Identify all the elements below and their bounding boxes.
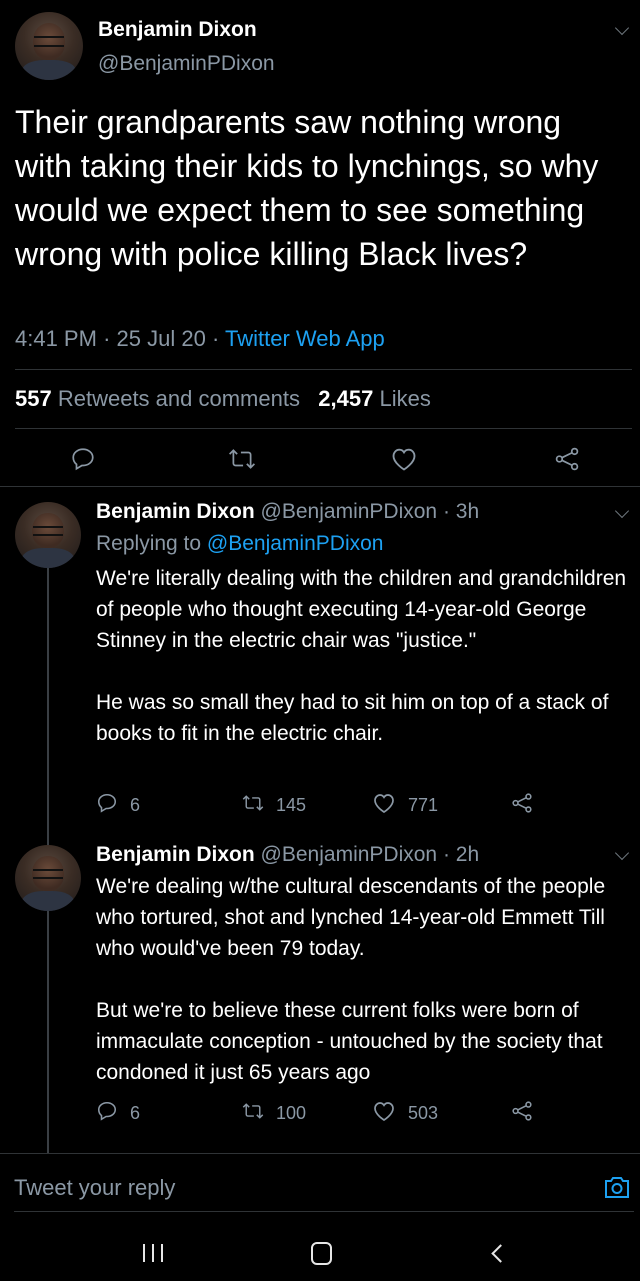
- retweets-stat[interactable]: 557 Retweets and comments: [15, 386, 300, 411]
- author-name[interactable]: Benjamin Dixon: [96, 500, 255, 523]
- reply-header: Benjamin Dixon @BenjaminPDixon · 3h: [96, 500, 479, 524]
- divider: [15, 428, 632, 429]
- tweet-meta: 4:41 PM · 25 Jul 20 · Twitter Web App: [15, 326, 385, 352]
- reply-text: We're literally dealing with the childre…: [96, 567, 627, 745]
- chevron-down-icon[interactable]: [614, 503, 630, 519]
- meta-separator: ·: [442, 843, 450, 866]
- author-handle[interactable]: @BenjaminPDixon: [98, 52, 275, 76]
- back-button[interactable]: [488, 1242, 510, 1264]
- share-button[interactable]: [511, 1100, 533, 1127]
- share-button[interactable]: [554, 446, 580, 472]
- home-button[interactable]: [311, 1242, 332, 1265]
- chevron-down-icon[interactable]: [614, 845, 630, 861]
- share-button[interactable]: [511, 792, 533, 819]
- retweet-icon: [242, 792, 264, 819]
- replying-label: Replying to: [96, 532, 202, 555]
- divider: [14, 1211, 634, 1212]
- avatar[interactable]: [15, 845, 81, 911]
- tweet-source-link[interactable]: Twitter Web App: [225, 326, 385, 351]
- reply-count: 6: [130, 795, 141, 815]
- author-name[interactable]: Benjamin Dixon: [96, 843, 255, 866]
- divider: [0, 486, 640, 487]
- reply-count: 6: [130, 1103, 141, 1123]
- divider: [0, 1153, 640, 1154]
- retweet-count: 100: [276, 1103, 307, 1123]
- reply-button[interactable]: [70, 446, 96, 472]
- author-name[interactable]: Benjamin Dixon: [98, 18, 257, 42]
- reply-icon: [96, 792, 118, 819]
- meta-separator: ·: [103, 326, 111, 351]
- retweets-label: Retweets and comments: [57, 386, 300, 411]
- reply-icon: [70, 446, 96, 472]
- author-handle[interactable]: @BenjaminPDixon: [261, 843, 438, 866]
- retweet-button[interactable]: [228, 446, 256, 472]
- back-icon: [491, 1244, 510, 1263]
- author-handle[interactable]: @BenjaminPDixon: [261, 500, 438, 523]
- retweet-count: 145: [276, 795, 307, 815]
- divider: [15, 369, 632, 370]
- reply-button[interactable]: 6: [96, 792, 140, 819]
- home-icon: [311, 1242, 332, 1265]
- likes-label: Likes: [379, 386, 431, 411]
- share-icon: [511, 792, 533, 819]
- like-button[interactable]: 771: [372, 792, 438, 819]
- tweet-text: Their grandparents saw nothing wrong wit…: [15, 104, 599, 272]
- reply-age: 2h: [455, 843, 480, 866]
- retweet-button[interactable]: 145: [242, 792, 306, 819]
- heart-icon: [372, 1100, 396, 1127]
- share-icon: [511, 1100, 533, 1127]
- avatar[interactable]: [15, 12, 83, 80]
- like-button[interactable]: 503: [372, 1100, 438, 1127]
- meta-separator: ·: [211, 326, 220, 351]
- avatar[interactable]: [15, 502, 81, 568]
- tweet-date: 25 Jul 20: [116, 326, 206, 351]
- recent-apps-button[interactable]: [143, 1244, 163, 1262]
- retweets-count: 557: [15, 386, 52, 411]
- like-count: 771: [408, 795, 439, 815]
- share-icon: [554, 446, 580, 472]
- tweet-time: 4:41 PM: [15, 326, 97, 351]
- replying-handle-link[interactable]: @BenjaminPDixon: [207, 532, 384, 555]
- reply-text: We're dealing w/the cultural descendants…: [96, 875, 606, 1084]
- chevron-down-icon[interactable]: [614, 20, 630, 36]
- retweet-icon: [242, 1100, 264, 1127]
- recent-apps-icon: [143, 1244, 163, 1262]
- likes-stat[interactable]: 2,457 Likes: [318, 386, 431, 411]
- reply-input[interactable]: [14, 1170, 574, 1206]
- replying-to: Replying to @BenjaminPDixon: [96, 532, 383, 556]
- heart-icon: [372, 792, 396, 819]
- reply-age: 3h: [455, 500, 480, 523]
- meta-separator: ·: [442, 500, 450, 523]
- retweet-icon: [228, 446, 256, 472]
- camera-button[interactable]: [603, 1174, 631, 1200]
- reply-header: Benjamin Dixon @BenjaminPDixon · 2h: [96, 843, 479, 867]
- reply-icon: [96, 1100, 118, 1127]
- like-count: 503: [408, 1103, 439, 1123]
- likes-count: 2,457: [318, 386, 374, 411]
- tweet-stats: 557 Retweets and comments 2,457 Likes: [15, 386, 431, 412]
- retweet-button[interactable]: 100: [242, 1100, 306, 1127]
- camera-icon: [603, 1174, 631, 1200]
- reply-button[interactable]: 6: [96, 1100, 140, 1127]
- like-button[interactable]: [390, 446, 418, 472]
- heart-icon: [390, 446, 418, 472]
